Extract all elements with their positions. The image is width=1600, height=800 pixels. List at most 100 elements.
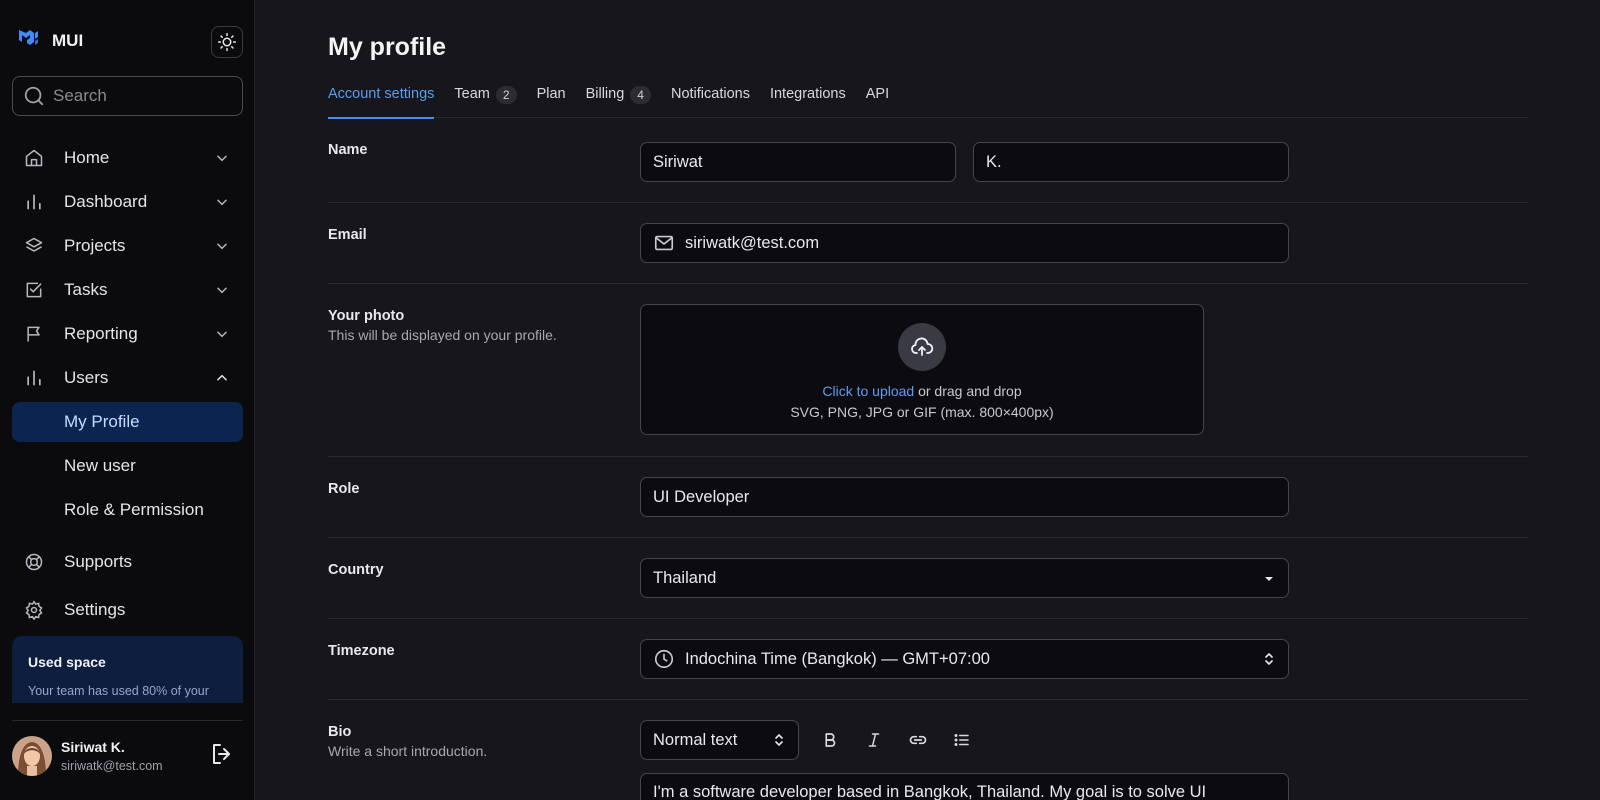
sidebar-item-label: Users [64,368,109,387]
current-user: Siriwat K. siriwatk@test.com [12,736,163,776]
tab-plan[interactable]: Plan [537,84,566,118]
sidebar-item-supports[interactable]: Supports [12,542,243,582]
count-badge: 2 [495,86,517,104]
unfold-icon [775,733,783,747]
role-field[interactable] [640,477,1289,517]
text-style-value: Normal text [653,730,738,749]
tab-billing[interactable]: Billing 4 [586,84,651,118]
italic-icon [868,733,880,747]
sidebar-item-label: Settings [64,600,126,619]
search-box[interactable] [12,76,243,116]
count-badge: 4 [630,86,651,104]
country-select[interactable]: Thailand [640,558,1289,598]
list-icon [954,734,969,746]
logout-icon [213,744,230,764]
tab-account-settings[interactable]: Account settings [328,84,435,119]
link-icon [909,735,927,745]
logout-button[interactable] [210,742,234,771]
flag-icon [27,326,40,342]
last-name-input[interactable] [986,152,1288,172]
sidebar-item-home[interactable]: Home [12,138,243,178]
bio-row: Bio Write a short introduction. Normal t… [328,700,1528,800]
first-name-field[interactable] [640,142,956,182]
page-title: My profile [328,33,447,61]
sidebar-item-tasks[interactable]: Tasks [12,270,243,310]
bold-icon [825,733,836,747]
sidebar-subitem-new-user[interactable]: New user [12,446,243,486]
link-button[interactable] [902,720,934,760]
italic-button[interactable] [858,720,890,760]
first-name-input[interactable] [653,152,955,172]
sidebar: MUI Home Dashboard Projects [0,0,255,800]
checkbox-icon [26,282,42,298]
last-name-field[interactable] [973,142,1289,182]
chevron-down-icon [217,331,227,338]
upload-dropzone[interactable]: Click to upload or drag and drop SVG, PN… [640,304,1204,435]
timezone-select[interactable]: Indochina Time (Bangkok) — GMT+07:00 [640,639,1289,679]
sidebar-item-reporting[interactable]: Reporting [12,314,243,354]
sidebar-item-projects[interactable]: Projects [12,226,243,266]
caret-down-icon [1265,577,1273,581]
bold-button[interactable] [814,720,846,760]
tab-label: Integrations [769,86,846,102]
theme-toggle-button[interactable] [211,26,243,58]
mui-logo-icon [18,28,42,53]
timezone-value: Indochina Time (Bangkok) — GMT+07:00 [685,649,990,668]
email-input[interactable] [685,233,1288,253]
sidebar-item-label: Tasks [64,280,108,299]
sidebar-subitem-my-profile[interactable]: My Profile [12,402,243,442]
chevron-down-icon [217,243,227,250]
tab-api[interactable]: API [866,84,889,118]
sun-icon [217,32,237,52]
role-row: Role [328,457,1528,538]
email-row: Email [328,203,1528,284]
chevron-down-icon [217,199,227,206]
used-space-title: Used space [28,654,106,670]
mail-icon [653,232,675,254]
sidebar-item-settings[interactable]: Settings [12,590,243,630]
bullet-list-button[interactable] [946,720,978,760]
sidebar-item-dashboard[interactable]: Dashboard [12,182,243,222]
bio-textarea[interactable]: I'm a software developer based in Bangko… [640,773,1289,800]
name-label: Name [328,142,368,158]
upload-hint: or drag and drop [914,383,1022,399]
chevron-up-icon [217,374,227,381]
clock-icon [653,648,675,670]
tab-team[interactable]: Team 2 [454,84,517,118]
tab-label: Plan [536,86,566,102]
sidebar-subitem-role-permission[interactable]: Role & Permission [12,490,243,530]
tab-integrations[interactable]: Integrations [770,84,846,118]
click-to-upload-link[interactable]: Click to upload [822,383,914,399]
bio-description: Write a short introduction. [328,743,488,759]
sidebar-divider [12,720,243,721]
upload-formats: SVG, PNG, JPG or GIF (max. 800×400px) [790,404,1054,420]
text-style-select[interactable]: Normal text [640,720,799,760]
bar-chart-icon [27,194,41,210]
upload-cloud-icon [898,323,946,371]
tab-label: API [865,86,890,102]
role-input[interactable] [653,487,1288,507]
sidebar-item-users[interactable]: Users [12,358,243,398]
search-icon [24,86,44,106]
email-label: Email [328,227,367,243]
timezone-label: Timezone [328,643,395,659]
brand-name: MUI [52,30,84,50]
avatar[interactable] [12,736,52,776]
brand[interactable]: MUI [18,28,83,53]
country-label: Country [328,562,384,578]
used-space-text: Your team has used 80% of your [28,684,209,698]
layers-icon [25,237,43,252]
tab-bar: Account settings Team 2 Plan Billing 4 Not… [328,84,1528,119]
sidebar-item-label: Dashboard [64,192,148,211]
lifebuoy-icon [25,553,43,571]
user-email: siriwatk@test.com [61,759,163,773]
search-input[interactable] [53,86,223,106]
sidebar-item-label: Home [64,148,110,167]
home-icon [25,149,43,167]
email-field[interactable] [640,223,1289,263]
photo-label: Your photo [328,308,405,324]
tab-label: Billing [585,86,625,102]
tab-notifications[interactable]: Notifications [671,84,750,118]
unfold-icon [1265,652,1273,666]
upload-instructions: Click to upload or drag and drop [641,383,1203,399]
